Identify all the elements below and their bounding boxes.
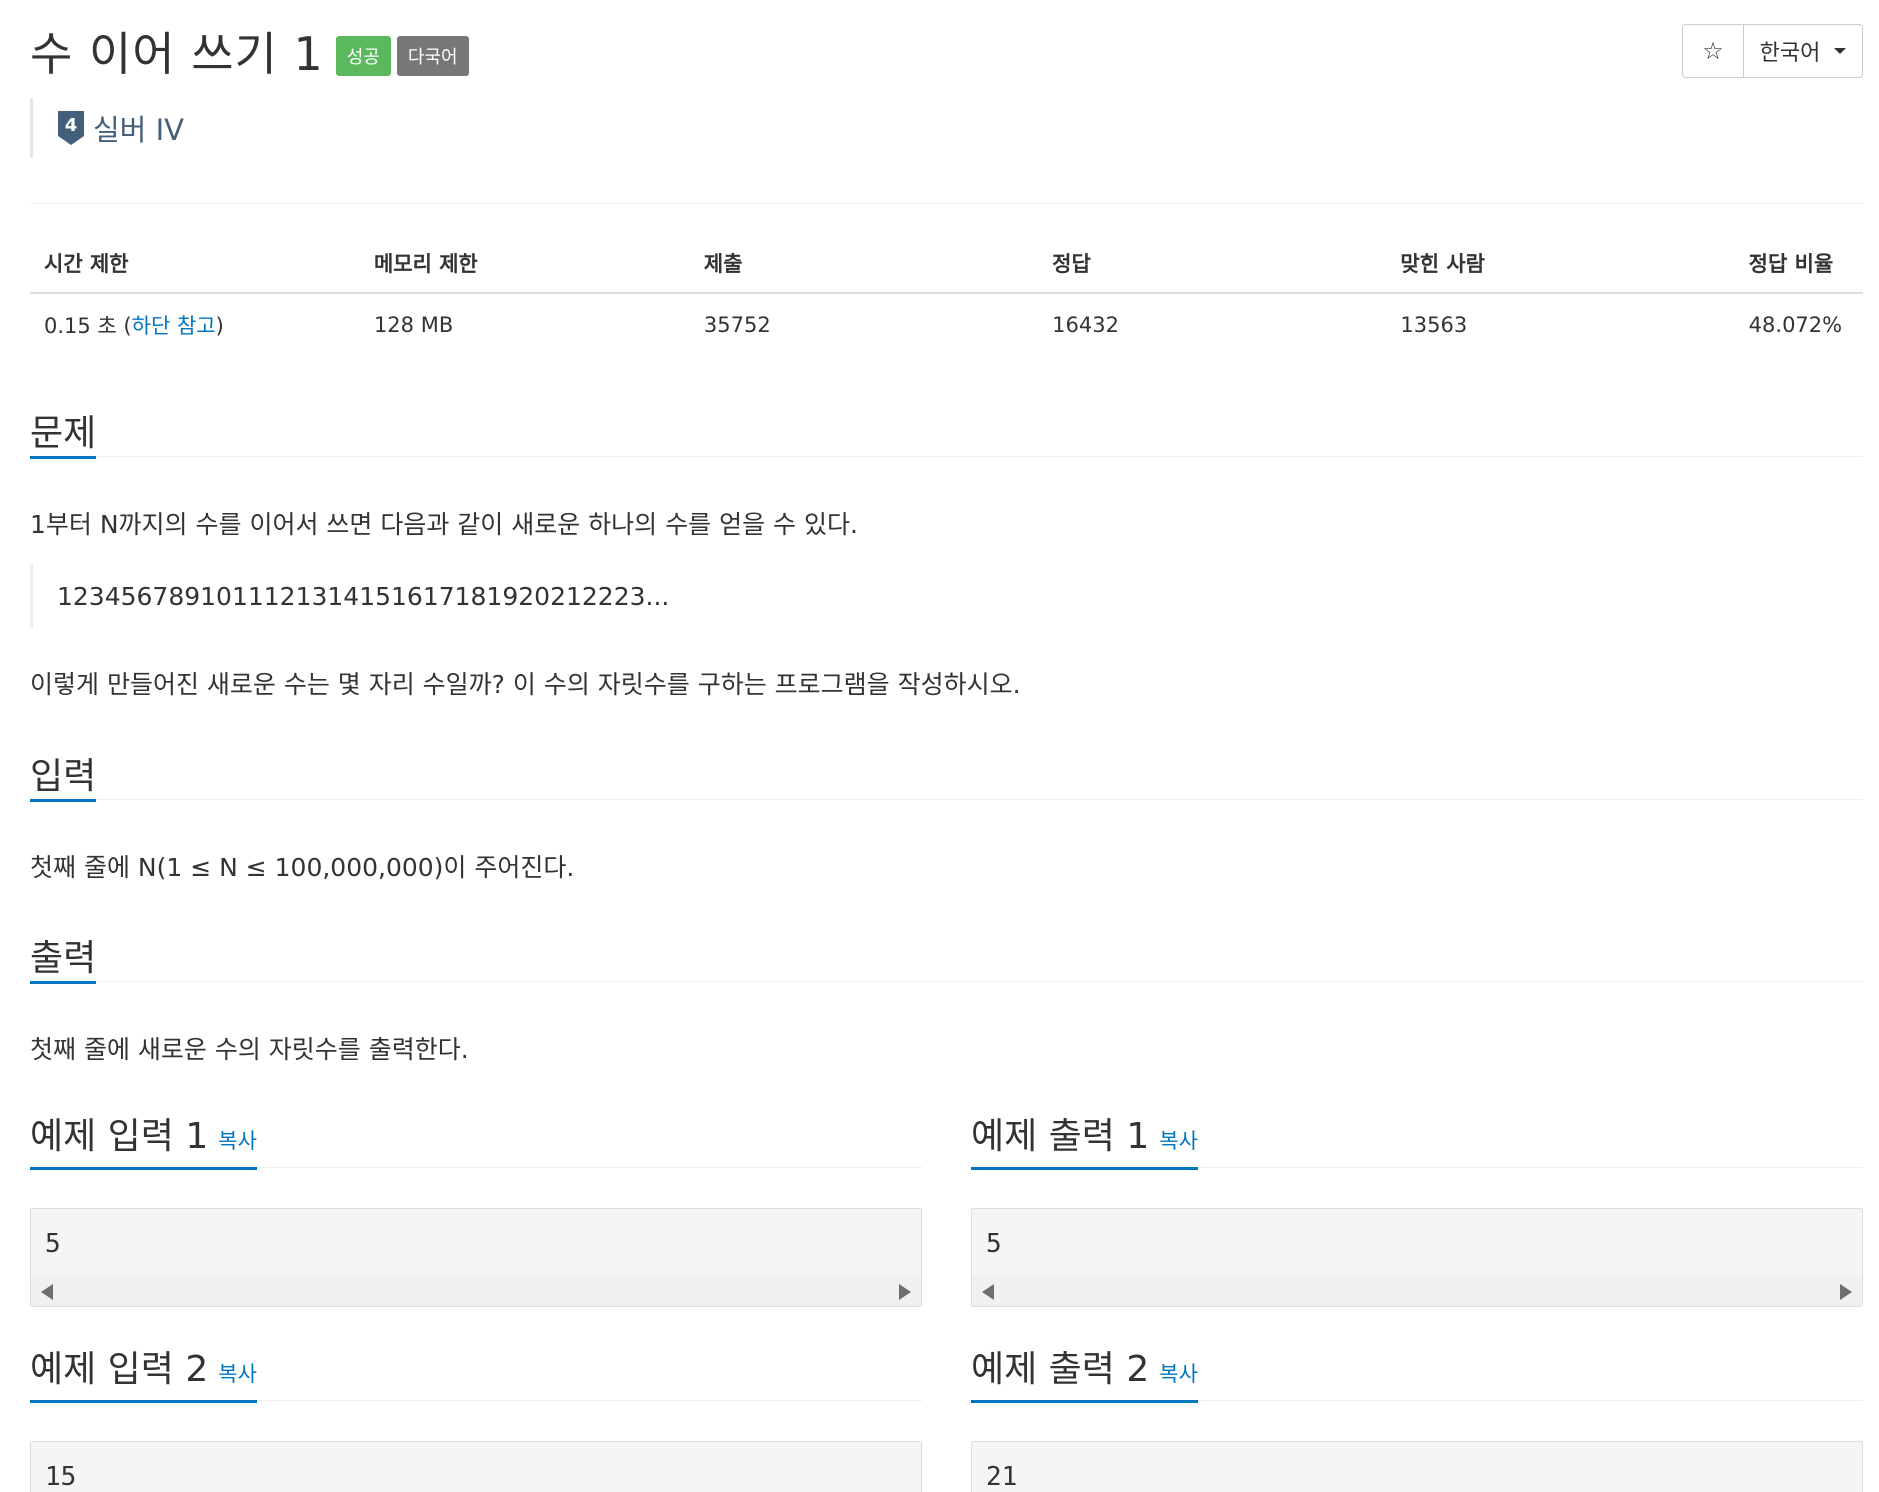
- tier-label: 실버 IV: [93, 113, 184, 147]
- sequence-blockquote: 1234567891011121314151617181920212223...: [30, 564, 669, 628]
- copy-input-2-button[interactable]: 복사: [218, 1362, 257, 1386]
- sample-output-2-title: 예제 출력 2: [971, 1349, 1150, 1390]
- output-heading: 출력: [30, 929, 97, 984]
- accepted-cell: 16432: [1052, 313, 1119, 337]
- solvers-cell: 13563: [1400, 313, 1468, 337]
- sample-input-2-title: 예제 입력 2: [30, 1349, 209, 1390]
- col-ratio: 정답 비율: [1734, 238, 1863, 294]
- divider: [30, 203, 1863, 204]
- input-heading: 입력: [30, 747, 97, 802]
- problem-section-header: 문제: [30, 404, 1863, 459]
- scroll-left-icon[interactable]: [41, 1284, 53, 1300]
- tier-box: 4 실버 IV: [30, 98, 184, 158]
- silver-tier-icon: 4: [58, 111, 84, 145]
- top-button-group: ☆ 한국어: [1682, 24, 1863, 78]
- output-description: 첫째 줄에 새로운 수의 자릿수를 출력한다.: [30, 1035, 469, 1064]
- col-time-limit: 시간 제한: [30, 238, 360, 294]
- submissions-cell: 35752: [703, 313, 771, 337]
- sample-input-1-value: 5: [45, 1229, 61, 1259]
- title-row: 수 이어 쓰기 1 성공 다국어: [30, 18, 469, 84]
- sample-input-1-heading: 예제 입력 1 복사: [30, 1107, 257, 1170]
- input-section-header: 입력: [30, 747, 1863, 802]
- sample-input-2-box: 15: [30, 1441, 922, 1492]
- horizontal-scrollbar[interactable]: [31, 1276, 921, 1306]
- horizontal-scrollbar[interactable]: [972, 1276, 1862, 1306]
- sample-output-1-value: 5: [986, 1229, 1002, 1259]
- copy-input-1-button[interactable]: 복사: [218, 1129, 257, 1153]
- tier-number: 4: [65, 115, 78, 136]
- output-section-header: 출력: [30, 929, 1863, 984]
- star-button[interactable]: ☆: [1683, 25, 1744, 77]
- time-limit-close: ): [215, 314, 224, 338]
- col-memory-limit: 메모리 제한: [359, 238, 690, 294]
- col-submissions: 제출: [689, 238, 1039, 294]
- caret-down-icon: [1834, 48, 1847, 54]
- col-accepted: 정답: [1038, 238, 1387, 294]
- scroll-right-icon[interactable]: [899, 1284, 911, 1300]
- ratio-cell: 48.072%: [1748, 313, 1843, 337]
- sequence-text: 1234567891011121314151617181920212223...: [57, 581, 670, 611]
- memory-limit-cell: 128 MB: [373, 313, 454, 337]
- multilang-badge: 다국어: [396, 36, 469, 76]
- time-limit-cell: 0.15 초 (하단 참고): [30, 293, 360, 356]
- sample-input-2-value: 15: [45, 1462, 77, 1492]
- problem-description: 1부터 N까지의 수를 이어서 쓰면 다음과 같이 새로운 하나의 수를 얻을 …: [30, 510, 858, 539]
- sample-input-1-header: 예제 입력 1 복사: [30, 1107, 922, 1170]
- sample-output-2-heading: 예제 출력 2 복사: [971, 1340, 1198, 1403]
- language-dropdown[interactable]: 한국어: [1744, 25, 1862, 77]
- problem-info-table: 시간 제한 메모리 제한 제출 정답 맞힌 사람 정답 비율 0.15 초 (하…: [30, 238, 1863, 356]
- table-row: 0.15 초 (하단 참고) 128 MB 35752 16432 13563 …: [30, 293, 1863, 356]
- col-solvers: 맞힌 사람: [1386, 238, 1735, 294]
- copy-output-2-button[interactable]: 복사: [1159, 1362, 1198, 1386]
- sample-input-2-heading: 예제 입력 2 복사: [30, 1340, 257, 1403]
- input-description: 첫째 줄에 N(1 ≤ N ≤ 100,000,000)이 주어진다.: [30, 853, 575, 882]
- scroll-left-icon[interactable]: [982, 1284, 994, 1300]
- problem-page: 수 이어 쓰기 1 성공 다국어 ☆ 한국어 4 실버 IV 시간 제한 메모리…: [0, 0, 1879, 1492]
- sample-output-1-box: 5: [971, 1208, 1863, 1307]
- time-limit-note-link[interactable]: 하단 참고: [132, 314, 216, 338]
- table-header-row: 시간 제한 메모리 제한 제출 정답 맞힌 사람 정답 비율: [30, 238, 1863, 294]
- star-icon: ☆: [1702, 37, 1724, 65]
- sample-output-1-header: 예제 출력 1 복사: [971, 1107, 1863, 1170]
- sample-input-1-box: 5: [30, 1208, 922, 1307]
- sample-output-2-box: 21: [971, 1441, 1863, 1492]
- page-title: 수 이어 쓰기 1: [30, 27, 324, 81]
- problem-question: 이렇게 만들어진 새로운 수는 몇 자리 수일까? 이 수의 자릿수를 구하는 …: [30, 670, 1021, 699]
- sample-output-2-value: 21: [986, 1462, 1018, 1492]
- sample-output-1-title: 예제 출력 1: [971, 1116, 1150, 1157]
- problem-heading: 문제: [30, 404, 97, 459]
- scroll-right-icon[interactable]: [1840, 1284, 1852, 1300]
- sample-output-1-heading: 예제 출력 1 복사: [971, 1107, 1198, 1170]
- language-label: 한국어: [1759, 41, 1821, 66]
- sample-input-1-title: 예제 입력 1: [30, 1116, 209, 1157]
- sample-input-2-header: 예제 입력 2 복사: [30, 1340, 922, 1403]
- sample-output-2-header: 예제 출력 2 복사: [971, 1340, 1863, 1403]
- time-limit-value: 0.15 초 (: [44, 314, 132, 338]
- copy-output-1-button[interactable]: 복사: [1159, 1129, 1198, 1153]
- success-badge: 성공: [335, 36, 391, 76]
